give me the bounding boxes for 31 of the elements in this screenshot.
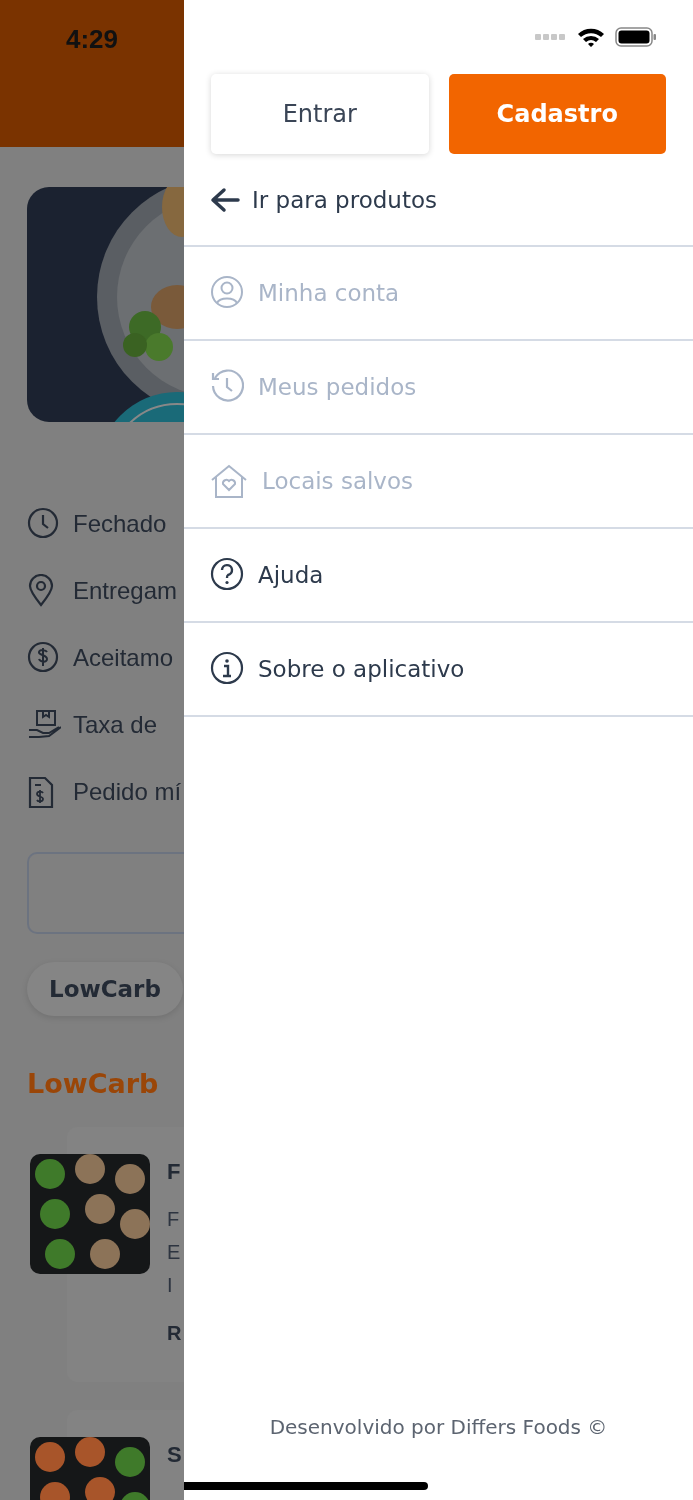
help-icon [210,557,244,593]
house-heart-icon [210,463,248,499]
product-title: S [167,1441,182,1469]
category-chip[interactable]: LowCarb [27,962,183,1016]
wifi-icon [577,27,605,47]
product-description: E [167,1240,182,1265]
user-icon [210,275,244,311]
info-text: Taxa de [73,710,158,739]
info-icon [210,651,244,687]
info-text: Entregam [73,576,178,605]
battery-icon [615,27,657,47]
login-button[interactable]: Entrar [211,74,429,154]
info-text: Pedido mí [73,777,182,806]
product-price: R [167,1322,182,1345]
signal-icon [535,33,567,41]
clock-icon [27,506,61,541]
section-title: LowCarb [27,1068,160,1099]
back-link[interactable]: Ir para produtos [210,186,437,213]
info-text: Aceitamo [73,643,174,672]
dollar-icon [27,640,61,675]
back-arrow-icon [210,186,240,213]
info-text: Fechado [73,509,167,538]
menu-item[interactable]: Ajuda [184,529,693,623]
history-icon [210,369,244,405]
signup-button[interactable]: Cadastro [448,74,666,154]
product-title: F [167,1158,182,1186]
product-description: I [167,1273,174,1298]
footer-credit: Desenvolvido por Differs Foods © [268,1414,609,1441]
status-time: 4:29 [65,24,118,54]
menu-item[interactable]: Sobre o aplicativo [184,623,693,717]
product-description: F [167,1207,181,1232]
